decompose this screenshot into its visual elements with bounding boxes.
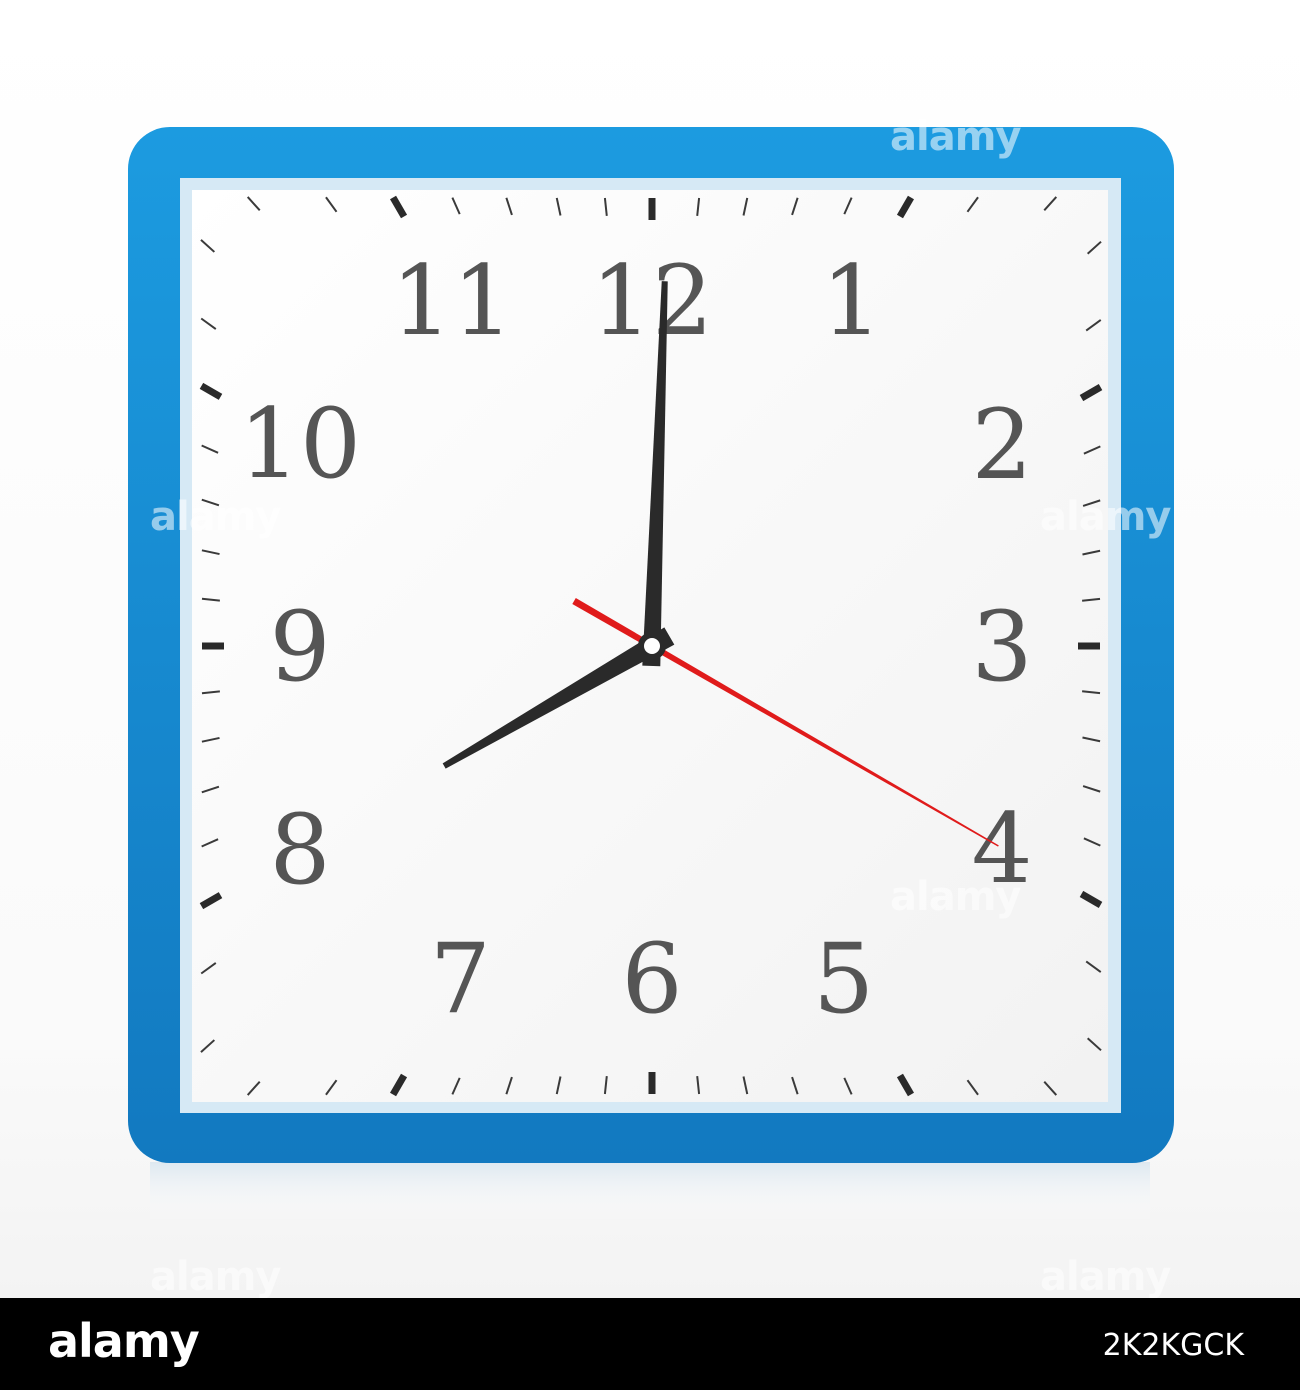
watermark-text: alamy [1040,494,1171,540]
floor-reflection [150,1162,1150,1222]
hour-numeral: 7 [430,923,491,1035]
image-id: 2K2KGCK [1102,1328,1244,1363]
watermark-text: alamy [1040,1254,1171,1298]
hour-numeral: 6 [621,923,682,1035]
hour-numeral: 8 [269,794,330,906]
watermark-text: alamy [150,1254,281,1298]
hour-numeral: 12 [591,245,713,357]
watermark-text: alamy [150,494,281,540]
stock-footer-bar: alamy 2K2KGCK [0,1298,1300,1390]
hour-numeral: 5 [813,923,874,1035]
clock-illustration: 12 1234567891011 alamy alamy alamy alamy … [128,114,1174,1298]
center-pin [644,638,660,654]
hour-numeral: 11 [391,245,513,357]
watermark-text: alamy [890,114,1021,160]
brand-logo: alamy [48,1314,200,1368]
hour-numeral: 1 [821,245,882,357]
hour-numeral: 10 [239,388,361,500]
hour-numeral: 3 [971,591,1032,703]
hour-numeral: 9 [269,591,330,703]
product-photo: 12 1 2 3 4 5 6 7 8 9 10 11 alamy alamy alamy alamy … [0,0,1300,1298]
hour-numeral: 2 [971,389,1032,501]
watermark-text: alamy [890,874,1021,920]
